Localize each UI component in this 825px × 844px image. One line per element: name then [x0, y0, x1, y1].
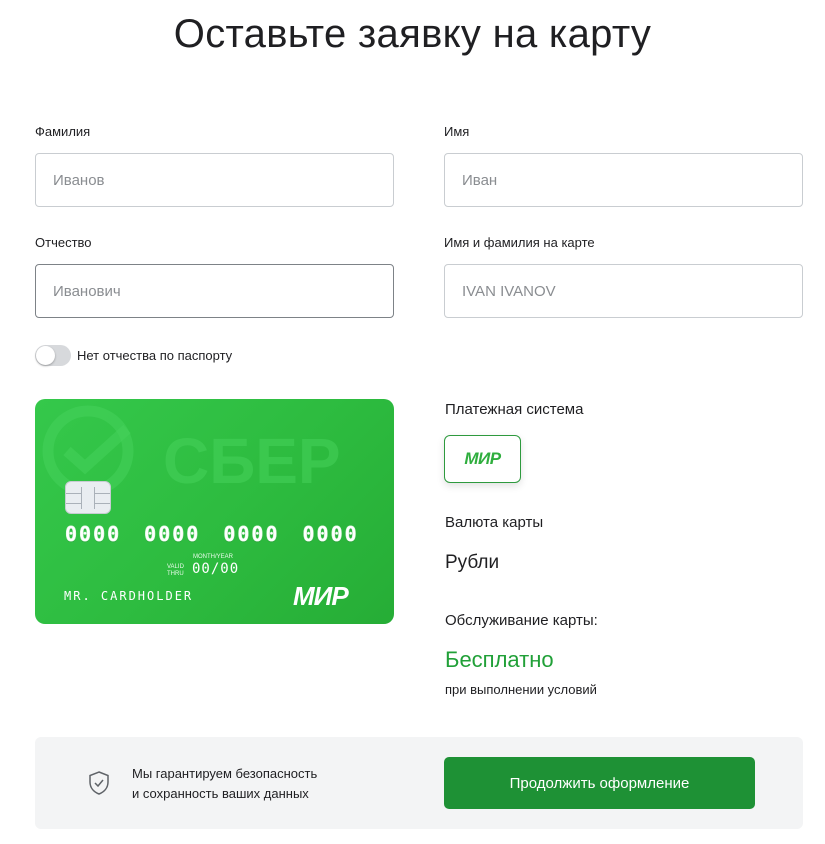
card-name-input[interactable]	[444, 264, 803, 318]
shield-check-icon	[89, 771, 109, 795]
service-note: при выполнении условий	[445, 682, 597, 697]
currency-label: Валюта карты	[445, 514, 544, 531]
card-name-label: Имя и фамилия на карте	[444, 235, 595, 250]
card-number-group: 0000	[302, 522, 359, 547]
guarantee-line: и сохранность ваших данных	[132, 786, 309, 801]
card-expiry: 00/00	[192, 561, 240, 577]
month-year-label: MONTH/YEAR	[193, 554, 234, 560]
card-name-field: Имя и фамилия на карте	[444, 234, 803, 318]
footer-panel: Мы гарантируем безопасность и сохранност…	[35, 737, 803, 829]
card-mir-logo: МИР	[293, 581, 349, 611]
chip-icon	[65, 481, 111, 514]
mir-payment-option[interactable]: МИР	[444, 435, 521, 483]
middle-name-label: Отчество	[35, 235, 92, 250]
last-name-field: Фамилия	[35, 123, 394, 207]
card-number-group: 0000	[144, 522, 201, 547]
no-patronymic-toggle[interactable]	[35, 345, 71, 366]
toggle-knob	[36, 346, 55, 365]
no-patronymic-row: Нет отчества по паспорту	[35, 345, 232, 366]
first-name-field: Имя	[444, 123, 803, 207]
continue-button[interactable]: Продолжить оформление	[444, 757, 755, 809]
page-title: Оставьте заявку на карту	[173, 12, 652, 56]
service-value: Бесплатно	[445, 647, 554, 672]
card-number-group: 0000	[65, 522, 122, 547]
guarantee-text: Мы гарантируем безопасность и сохранност…	[132, 764, 317, 804]
last-name-label: Фамилия	[35, 124, 91, 139]
middle-name-field: Отчество	[35, 234, 394, 318]
card-number: 0000 0000 0000 0000	[65, 522, 359, 547]
mir-logo-icon: МИР	[464, 449, 501, 468]
card-holder: MR. CARDHOLDER	[64, 589, 194, 603]
first-name-input[interactable]	[444, 153, 803, 207]
sber-watermark-text: СБЕР	[163, 425, 341, 497]
middle-name-input[interactable]	[35, 264, 394, 318]
service-label: Обслуживание карты:	[445, 612, 598, 629]
currency-value: Рубли	[445, 552, 500, 573]
card-number-group: 0000	[223, 522, 280, 547]
guarantee-line: Мы гарантируем безопасность	[132, 766, 318, 781]
last-name-input[interactable]	[35, 153, 394, 207]
payment-system-label: Платежная система	[445, 401, 584, 418]
first-name-label: Имя	[444, 124, 470, 139]
card-preview: СБЕР 0000 0000 0000 0000 MONTH/YEAR VALI…	[35, 399, 394, 624]
no-patronymic-label[interactable]: Нет отчества по паспорту	[77, 348, 232, 363]
valid-thru-label: VALID THRU	[167, 564, 184, 577]
